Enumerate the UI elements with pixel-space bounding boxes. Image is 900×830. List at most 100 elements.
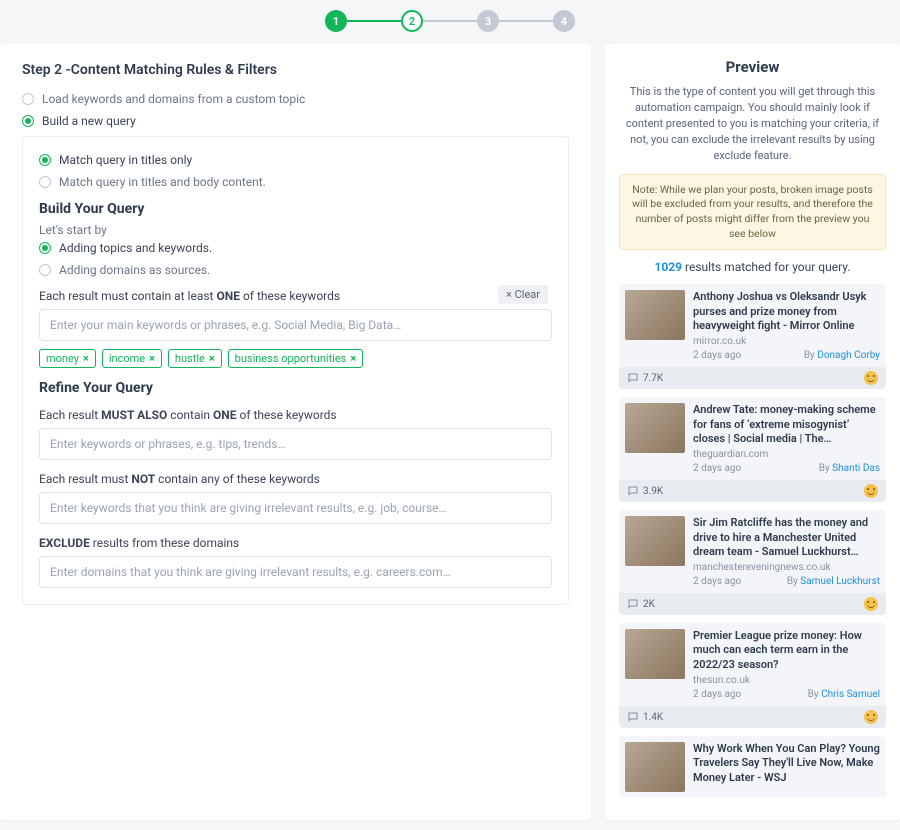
start-topics-option[interactable]: Adding topics and keywords. — [39, 241, 552, 255]
rule-exclude: EXCLUDE results from these domains — [39, 536, 552, 550]
preview-panel: Preview This is the type of content you … — [605, 44, 900, 820]
comment-icon — [627, 598, 639, 610]
result-engagement-bar: 1.4K — [619, 706, 886, 728]
preview-title: Preview — [619, 58, 886, 76]
result-author-link[interactable]: Chris Samuel — [821, 689, 880, 700]
comment-icon — [627, 372, 639, 384]
result-card[interactable]: Premier League prize money: How much can… — [619, 623, 886, 728]
result-thumbnail — [625, 403, 685, 453]
by-label: By — [804, 350, 817, 361]
step-line — [423, 20, 477, 22]
refine-heading: Refine Your Query — [39, 380, 552, 396]
preview-desc: This is the type of content you will get… — [619, 84, 886, 164]
lets-start: Let's start by — [39, 223, 552, 237]
radio-icon — [39, 154, 51, 166]
keyword-tag[interactable]: hustle × — [168, 349, 222, 368]
rule-also: Each result MUST ALSO contain ONE of the… — [39, 408, 552, 422]
engagement-count: 3.9K — [643, 486, 663, 497]
result-engagement-bar: 2K — [619, 593, 886, 615]
keyword-tag[interactable]: business opportunities × — [228, 349, 364, 368]
step-3[interactable]: 3 — [477, 10, 499, 32]
build-heading: Build Your Query — [39, 201, 552, 217]
engagement-count: 7.7K — [643, 373, 663, 384]
step-4[interactable]: 4 — [553, 10, 575, 32]
result-author-link[interactable]: Samuel Luckhurst — [800, 576, 880, 587]
must-not-input[interactable] — [39, 492, 552, 524]
result-source: manchestereveningnews.co.uk — [693, 562, 880, 573]
rule-not: Each result must NOT contain any of thes… — [39, 472, 552, 486]
step-line — [347, 20, 401, 22]
tag-text: business opportunities — [235, 352, 347, 365]
result-source: theguardian.com — [693, 449, 880, 460]
result-title: Andrew Tate: money-making scheme for fan… — [693, 403, 880, 446]
result-age: 2 days ago — [693, 689, 741, 700]
preview-note: Note: While we plan your posts, broken i… — [619, 174, 886, 251]
scope-titles-option[interactable]: Match query in titles only — [39, 153, 552, 167]
radio-icon — [39, 242, 51, 254]
rule-one: Each result must contain at least ONE of… — [39, 289, 552, 303]
result-age: 2 days ago — [693, 576, 741, 587]
comment-icon — [627, 485, 639, 497]
result-title: Anthony Joshua vs Oleksandr Usyk purses … — [693, 290, 880, 333]
result-thumbnail — [625, 629, 685, 679]
mode-load-label: Load keywords and domains from a custom … — [42, 92, 305, 106]
scope-body-label: Match query in titles and body content. — [59, 175, 266, 189]
step-line — [499, 20, 553, 22]
comment-icon — [627, 711, 639, 723]
sentiment-icon — [864, 484, 878, 498]
engagement-count: 1.4K — [643, 712, 663, 723]
keyword-tag[interactable]: money × — [39, 349, 96, 368]
by-label: By — [819, 463, 832, 474]
result-engagement-bar: 7.7K — [619, 367, 886, 389]
radio-icon — [39, 264, 51, 276]
result-author-link[interactable]: Shanti Das — [832, 463, 880, 474]
keyword-tags: money ×income ×hustle ×business opportun… — [39, 349, 552, 368]
result-source: mirror.co.uk — [693, 336, 880, 347]
clear-keywords-button[interactable]: × Clear — [498, 285, 548, 304]
rules-panel: Step 2 -Content Matching Rules & Filters… — [0, 44, 591, 820]
stepper: 1 2 3 4 — [0, 10, 900, 32]
main-keywords-input[interactable] — [39, 309, 552, 341]
must-also-input[interactable] — [39, 428, 552, 460]
start-topics-label: Adding topics and keywords. — [59, 241, 212, 255]
result-card[interactable]: Sir Jim Ratcliffe has the money and driv… — [619, 510, 886, 615]
sentiment-icon — [864, 710, 878, 724]
result-card[interactable]: Why Work When You Can Play? Young Travel… — [619, 736, 886, 798]
remove-tag-icon[interactable]: × — [149, 352, 155, 365]
scope-titles-label: Match query in titles only — [59, 153, 192, 167]
tag-text: hustle — [175, 352, 205, 365]
radio-icon — [39, 176, 51, 188]
remove-tag-icon[interactable]: × — [350, 352, 356, 365]
result-title: Sir Jim Ratcliffe has the money and driv… — [693, 516, 880, 559]
tag-text: income — [109, 352, 145, 365]
remove-tag-icon[interactable]: × — [209, 352, 215, 365]
step-title: Step 2 -Content Matching Rules & Filters — [22, 62, 569, 78]
query-builder: Match query in titles only Match query i… — [22, 136, 569, 605]
result-title: Why Work When You Can Play? Young Travel… — [693, 742, 880, 785]
sentiment-icon — [864, 597, 878, 611]
radio-icon — [22, 93, 34, 105]
engagement-count: 2K — [643, 599, 655, 610]
result-count: 1029 results matched for your query. — [619, 260, 886, 274]
exclude-domains-input[interactable] — [39, 556, 552, 588]
result-engagement-bar: 3.9K — [619, 480, 886, 502]
result-author-link[interactable]: Donagh Corby — [817, 350, 880, 361]
mode-load-option[interactable]: Load keywords and domains from a custom … — [22, 92, 569, 106]
mode-build-label: Build a new query — [42, 114, 136, 128]
result-source: thesun.co.uk — [693, 675, 880, 686]
result-thumbnail — [625, 290, 685, 340]
scope-body-option[interactable]: Match query in titles and body content. — [39, 175, 552, 189]
result-thumbnail — [625, 742, 685, 792]
step-2[interactable]: 2 — [401, 10, 423, 32]
mode-build-option[interactable]: Build a new query — [22, 114, 569, 128]
result-card[interactable]: Anthony Joshua vs Oleksandr Usyk purses … — [619, 284, 886, 389]
result-age: 2 days ago — [693, 350, 741, 361]
radio-icon — [22, 115, 34, 127]
result-thumbnail — [625, 516, 685, 566]
keyword-tag[interactable]: income × — [102, 349, 162, 368]
remove-tag-icon[interactable]: × — [83, 352, 89, 365]
start-domains-option[interactable]: Adding domains as sources. — [39, 263, 552, 277]
by-label: By — [787, 576, 800, 587]
result-card[interactable]: Andrew Tate: money-making scheme for fan… — [619, 397, 886, 502]
step-1[interactable]: 1 — [325, 10, 347, 32]
